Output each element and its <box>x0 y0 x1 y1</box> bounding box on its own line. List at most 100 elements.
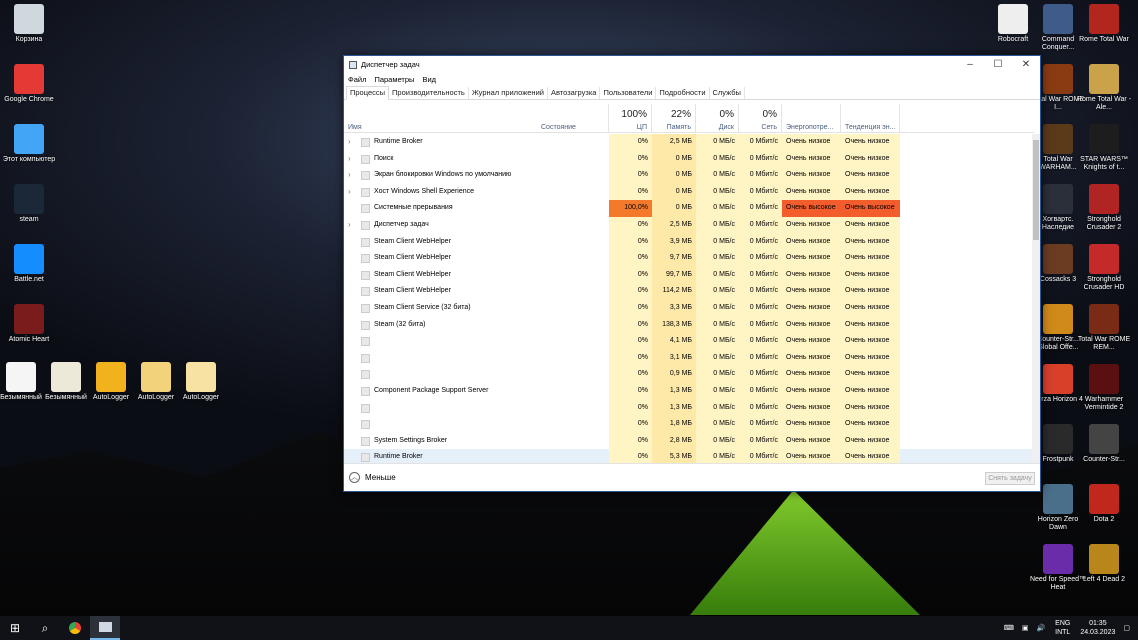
process-row[interactable]: › Runtime Broker 0% 2,5 МБ 0 МБ/с 0 Мбит/с Оче… <box>344 134 1034 151</box>
menu-view[interactable]: Вид <box>422 75 436 84</box>
tab-app-history[interactable]: Журнал приложений <box>469 87 548 99</box>
close-button[interactable]: ✕ <box>1012 56 1040 73</box>
desktop-icon[interactable]: Корзина <box>0 4 58 44</box>
volume-icon[interactable]: 🔊 <box>1036 624 1045 632</box>
desktop-icon[interactable]: Этот компьютер <box>0 124 58 164</box>
chevron-right-icon[interactable]: › <box>348 167 351 184</box>
process-icon <box>361 187 370 197</box>
process-row[interactable]: 0% 1,8 МБ 0 МБ/с 0 Мбит/с Очень низкое Очень … <box>344 416 1034 433</box>
tab-performance[interactable]: Производительность <box>389 87 469 99</box>
process-power-usage: Очень низкое <box>782 399 841 417</box>
chevron-right-icon[interactable]: › <box>348 217 351 234</box>
process-mem: 3,9 МБ <box>652 233 696 251</box>
desktop-icon[interactable]: Left 4 Dead 2 <box>1075 544 1133 584</box>
column-name[interactable]: Имя <box>344 104 537 133</box>
desktop-icon[interactable]: Stronghold Crusader HD <box>1075 244 1133 292</box>
process-row[interactable]: › Диспетчер задач 0% 2,5 МБ 0 МБ/с 0 Мбит/с Оч… <box>344 216 1034 234</box>
process-mem: 0 МБ <box>652 167 696 184</box>
language-indicator[interactable]: ENG INTL <box>1055 619 1070 637</box>
process-mem: 2,8 МБ <box>652 432 696 450</box>
game-icon <box>1043 544 1073 574</box>
end-task-button[interactable]: Снять задачу <box>985 472 1035 485</box>
column-cpu[interactable]: 100% ЦП <box>609 104 652 133</box>
process-row[interactable]: 0% 1,3 МБ 0 МБ/с 0 Мбит/с Очень низкое Очень … <box>344 399 1034 417</box>
notification-icon[interactable]: ▢ <box>1123 624 1130 632</box>
tab-services[interactable]: Службы <box>710 87 745 99</box>
process-icon <box>361 220 370 230</box>
keyboard-icon[interactable]: ⌨ <box>1004 624 1014 632</box>
clock[interactable]: 01:35 24.03.2023 <box>1080 619 1115 637</box>
process-cpu: 100,0% <box>609 200 652 217</box>
process-power-usage: Очень низкое <box>782 299 841 317</box>
chrome-taskbar-icon[interactable] <box>60 616 90 640</box>
process-row[interactable]: Steam Client WebHelper 0% 3,9 МБ 0 МБ/с 0 Мб… <box>344 233 1034 251</box>
tab-startup[interactable]: Автозагрузка <box>548 87 601 99</box>
process-row[interactable]: 0% 4,1 МБ 0 МБ/с 0 Мбит/с Очень низкое Очень … <box>344 333 1034 350</box>
task-manager-taskbar-icon[interactable] <box>90 616 120 640</box>
desktop-icon[interactable]: Dota 2 <box>1075 484 1133 524</box>
desktop-icon[interactable]: steam <box>0 184 58 224</box>
tab-processes[interactable]: Процессы <box>346 86 390 100</box>
desktop-icon[interactable]: STAR WARS™ Knights of t... <box>1075 124 1133 172</box>
search-icon[interactable]: ⌕ <box>30 616 60 640</box>
desktop-icon[interactable]: Stronghold Crusader 2 <box>1075 184 1133 232</box>
process-icon <box>361 254 370 264</box>
tab-users[interactable]: Пользователи <box>600 87 657 99</box>
process-disk: 0 МБ/с <box>696 167 739 184</box>
process-row[interactable]: Steam Client Service (32 бита) 0% 3,3 МБ 0 … <box>344 299 1034 317</box>
process-row[interactable]: Системные прерывания 100,0% 0 МБ 0 МБ/с 0 Мб… <box>344 200 1034 217</box>
process-row[interactable]: 0% 3,1 МБ 0 МБ/с 0 Мбит/с Очень низкое Очень … <box>344 349 1034 367</box>
vertical-scrollbar[interactable] <box>1032 134 1040 464</box>
desktop-icon[interactable]: Atomic Heart <box>0 304 58 344</box>
menu-options[interactable]: Параметры <box>374 75 414 84</box>
tab-details[interactable]: Подробности <box>656 87 710 99</box>
fewer-details-link[interactable]: Меньше <box>365 473 396 482</box>
column-power-usage[interactable]: Энергопотре... <box>782 104 841 133</box>
column-disk[interactable]: 0% Диск <box>696 104 739 133</box>
chevron-right-icon[interactable]: › <box>348 184 351 201</box>
desktop-icon[interactable]: Battle.net <box>0 244 58 284</box>
process-row[interactable]: 0% 0,9 МБ 0 МБ/с 0 Мбит/с Очень низкое Очень … <box>344 366 1034 383</box>
chevron-up-icon[interactable]: ︿ <box>349 472 360 483</box>
desktop-icon-label: Google Chrome <box>4 96 54 103</box>
desktop-icon[interactable]: Rome Total War - Ale... <box>1075 64 1133 112</box>
chevron-right-icon[interactable]: › <box>348 151 351 168</box>
process-row[interactable]: Runtime Broker 0% 5,3 МБ 0 МБ/с 0 Мбит/с Очен… <box>344 449 1034 464</box>
desktop-icon[interactable]: AutoLogger <box>173 362 229 402</box>
process-power-trend: Очень низкое <box>841 266 900 284</box>
process-net: 0 Мбит/с <box>739 449 782 464</box>
maximize-button[interactable]: ☐ <box>984 56 1012 73</box>
column-power-trend[interactable]: Тенденция эн... <box>841 104 900 133</box>
desktop-icon[interactable]: Rome Total War <box>1075 4 1133 44</box>
minimize-button[interactable]: – <box>956 56 984 73</box>
process-row[interactable]: Steam Client WebHelper 0% 9,7 МБ 0 МБ/с 0 Мб… <box>344 250 1034 267</box>
desktop-icon[interactable]: Counter-Str... <box>1075 424 1133 464</box>
desktop-icon[interactable]: Warhammer Vermintide 2 <box>1075 364 1133 412</box>
desktop-icon-label: Left 4 Dead 2 <box>1082 576 1126 583</box>
process-net: 0 Мбит/с <box>739 150 782 168</box>
menu-file[interactable]: Файл <box>348 75 366 84</box>
column-network[interactable]: 0% Сеть <box>739 104 782 133</box>
scrollbar-thumb[interactable] <box>1033 140 1039 240</box>
column-memory[interactable]: 22% Память <box>652 104 696 133</box>
title-bar[interactable]: Диспетчер задач – ☐ ✕ <box>344 56 1040 73</box>
desktop-icon[interactable]: Google Chrome <box>0 64 58 104</box>
network-icon[interactable]: ▣ <box>1022 624 1029 632</box>
process-row[interactable]: Steam Client WebHelper 0% 99,7 МБ 0 МБ/с 0 М… <box>344 266 1034 284</box>
column-header-row: Имя Состояние 100% ЦП 22% Память 0% Диск… <box>344 104 1034 133</box>
column-status[interactable]: Состояние <box>537 104 609 133</box>
process-icon <box>361 403 370 413</box>
process-row[interactable]: Component Package Support Server 0% 1,3 МБ… <box>344 382 1034 400</box>
process-row[interactable]: System Settings Broker 0% 2,8 МБ 0 МБ/с 0 Мб… <box>344 432 1034 450</box>
process-name: Runtime Broker <box>374 453 423 461</box>
file-icon <box>51 362 81 392</box>
desktop-icon[interactable]: Total War ROME REM... <box>1075 304 1133 352</box>
process-row[interactable]: › Поиск 0% 0 МБ 0 МБ/с 0 Мбит/с Очень низкое Оч… <box>344 150 1034 168</box>
process-row[interactable]: › Экран блокировки Windows по умолчанию 0%… <box>344 167 1034 184</box>
chevron-right-icon[interactable]: › <box>348 134 351 151</box>
start-button[interactable]: ⊞ <box>0 616 30 640</box>
process-row[interactable]: Steam Client WebHelper 0% 114,2 МБ 0 МБ/с 0 … <box>344 283 1034 300</box>
process-row[interactable]: › Хост Windows Shell Experience 0% 0 МБ 0 МБ… <box>344 183 1034 201</box>
process-power-usage: Очень низкое <box>782 250 841 267</box>
process-row[interactable]: Steam (32 бита) 0% 138,3 МБ 0 МБ/с 0 Мбит/с О… <box>344 316 1034 334</box>
